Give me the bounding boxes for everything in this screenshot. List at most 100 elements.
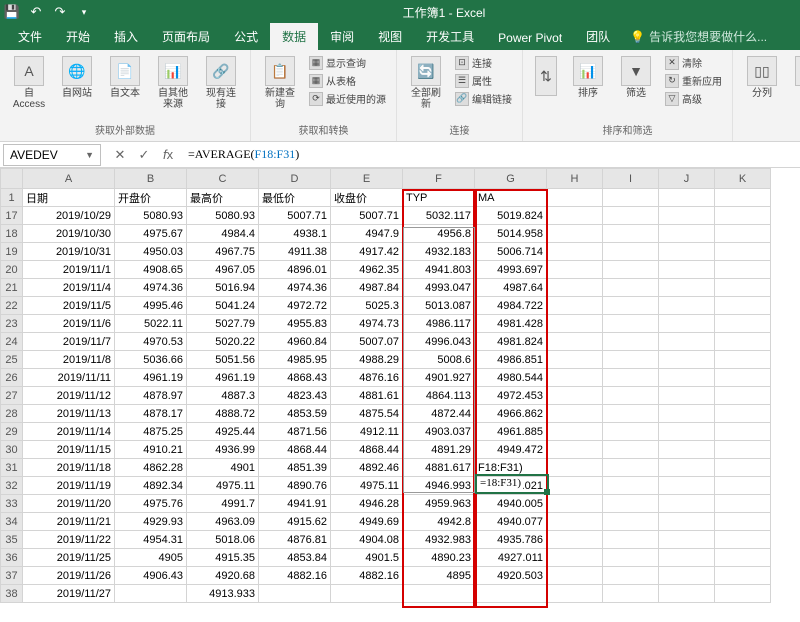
refresh-all-button[interactable]: 🔄全部刷新 (405, 54, 447, 112)
cell[interactable] (547, 351, 603, 369)
cell[interactable] (715, 477, 771, 495)
cell[interactable]: 2019/11/11 (23, 369, 115, 387)
table-row[interactable]: 332019/11/204975.764991.74941.914946.284… (1, 495, 771, 513)
cell[interactable]: 4927.011 (475, 549, 547, 567)
cell[interactable]: 5051.56 (187, 351, 259, 369)
cell[interactable] (547, 243, 603, 261)
cell[interactable]: 5006.714 (475, 243, 547, 261)
cell[interactable] (659, 261, 715, 279)
cell[interactable]: 5080.93 (187, 207, 259, 225)
cell[interactable] (659, 405, 715, 423)
cell[interactable]: 4949.472 (475, 441, 547, 459)
recent-sources-button[interactable]: ⟳最近使用的源 (307, 90, 388, 107)
cell[interactable] (603, 351, 659, 369)
cell[interactable]: 5007.07 (331, 333, 403, 351)
cell[interactable] (547, 549, 603, 567)
cell[interactable]: 4875.54 (331, 405, 403, 423)
cell[interactable] (715, 243, 771, 261)
cell[interactable]: 5022.11 (115, 315, 187, 333)
row-header[interactable]: 1 (1, 189, 23, 207)
cell[interactable]: 4970.53 (115, 333, 187, 351)
cell[interactable]: 4974.36 (259, 279, 331, 297)
cell[interactable]: 4932.983 (403, 531, 475, 549)
cell[interactable]: 4955.83 (259, 315, 331, 333)
cell[interactable]: 4980.544 (475, 369, 547, 387)
cell[interactable]: 4878.17 (115, 405, 187, 423)
cell[interactable]: 4960.84 (259, 333, 331, 351)
row-header[interactable]: 33 (1, 495, 23, 513)
cell[interactable] (547, 531, 603, 549)
cell[interactable]: 4954.31 (115, 531, 187, 549)
cell[interactable]: 4868.44 (331, 441, 403, 459)
cell[interactable] (403, 585, 475, 603)
cell[interactable] (603, 477, 659, 495)
col-header[interactable]: I (603, 169, 659, 189)
cell[interactable]: 2019/10/29 (23, 207, 115, 225)
cell[interactable]: 4901.927 (403, 369, 475, 387)
table-row[interactable]: 242019/11/74970.535020.224960.845007.074… (1, 333, 771, 351)
cell[interactable]: 4896.01 (259, 261, 331, 279)
cell[interactable] (547, 333, 603, 351)
cell[interactable] (715, 297, 771, 315)
cell[interactable]: 5013.087 (403, 297, 475, 315)
cell[interactable]: 4987.84 (331, 279, 403, 297)
cell[interactable]: 4935.786 (475, 531, 547, 549)
cell[interactable] (715, 567, 771, 585)
cell[interactable]: 2019/11/8 (23, 351, 115, 369)
cell[interactable]: 4995.46 (115, 297, 187, 315)
cell[interactable]: 4981.824 (475, 333, 547, 351)
cell[interactable] (603, 513, 659, 531)
cell[interactable]: 5019.824 (475, 207, 547, 225)
cell[interactable]: 4890.23 (403, 549, 475, 567)
cell[interactable]: 4881.61 (331, 387, 403, 405)
row-header[interactable]: 20 (1, 261, 23, 279)
fx-button[interactable]: fx (158, 145, 178, 165)
cell[interactable]: 4987.64 (475, 279, 547, 297)
new-query-button[interactable]: 📋新建查询 (259, 54, 301, 112)
cell[interactable]: 4917.42 (331, 243, 403, 261)
cell[interactable]: 5032.117 (403, 207, 475, 225)
existing-conn-button[interactable]: 🔗现有连接 (200, 54, 242, 112)
cell[interactable]: 4881.617 (403, 459, 475, 477)
col-header[interactable]: H (547, 169, 603, 189)
cell[interactable] (547, 495, 603, 513)
cell[interactable]: 2019/11/25 (23, 549, 115, 567)
cell[interactable] (603, 315, 659, 333)
cell[interactable] (547, 297, 603, 315)
cell[interactable] (547, 477, 603, 495)
redo-icon[interactable]: ↷ (52, 4, 68, 20)
cell[interactable] (547, 459, 603, 477)
cell[interactable] (603, 549, 659, 567)
row-header[interactable]: 26 (1, 369, 23, 387)
cell[interactable] (603, 189, 659, 207)
row-header[interactable]: 22 (1, 297, 23, 315)
row-header[interactable]: 37 (1, 567, 23, 585)
cell[interactable]: 4972.72 (259, 297, 331, 315)
cell[interactable] (603, 405, 659, 423)
cell[interactable] (659, 207, 715, 225)
row-header[interactable]: 25 (1, 351, 23, 369)
cell[interactable]: 5080.93 (115, 207, 187, 225)
cell[interactable]: 4915.62 (259, 513, 331, 531)
from-other-button[interactable]: 📊自其他来源 (152, 54, 194, 112)
cell[interactable] (715, 333, 771, 351)
cell[interactable] (715, 189, 771, 207)
row-header[interactable]: 17 (1, 207, 23, 225)
cell[interactable] (547, 513, 603, 531)
properties-button[interactable]: ☰属性 (453, 72, 514, 89)
cell[interactable]: 5036.66 (115, 351, 187, 369)
col-header[interactable]: B (115, 169, 187, 189)
cell[interactable]: 4984.722 (475, 297, 547, 315)
cell[interactable]: 4887.3 (187, 387, 259, 405)
cell[interactable] (659, 495, 715, 513)
cell[interactable]: 4851.39 (259, 459, 331, 477)
cell[interactable]: 4961.19 (115, 369, 187, 387)
cell[interactable] (659, 243, 715, 261)
cell[interactable] (715, 405, 771, 423)
cell[interactable] (715, 585, 771, 603)
tab-review[interactable]: 审阅 (318, 23, 366, 50)
cell[interactable]: 4946.993 (403, 477, 475, 495)
table-row[interactable]: 252019/11/85036.665051.564985.954988.295… (1, 351, 771, 369)
cell[interactable]: 4882.16 (259, 567, 331, 585)
cell[interactable] (547, 189, 603, 207)
